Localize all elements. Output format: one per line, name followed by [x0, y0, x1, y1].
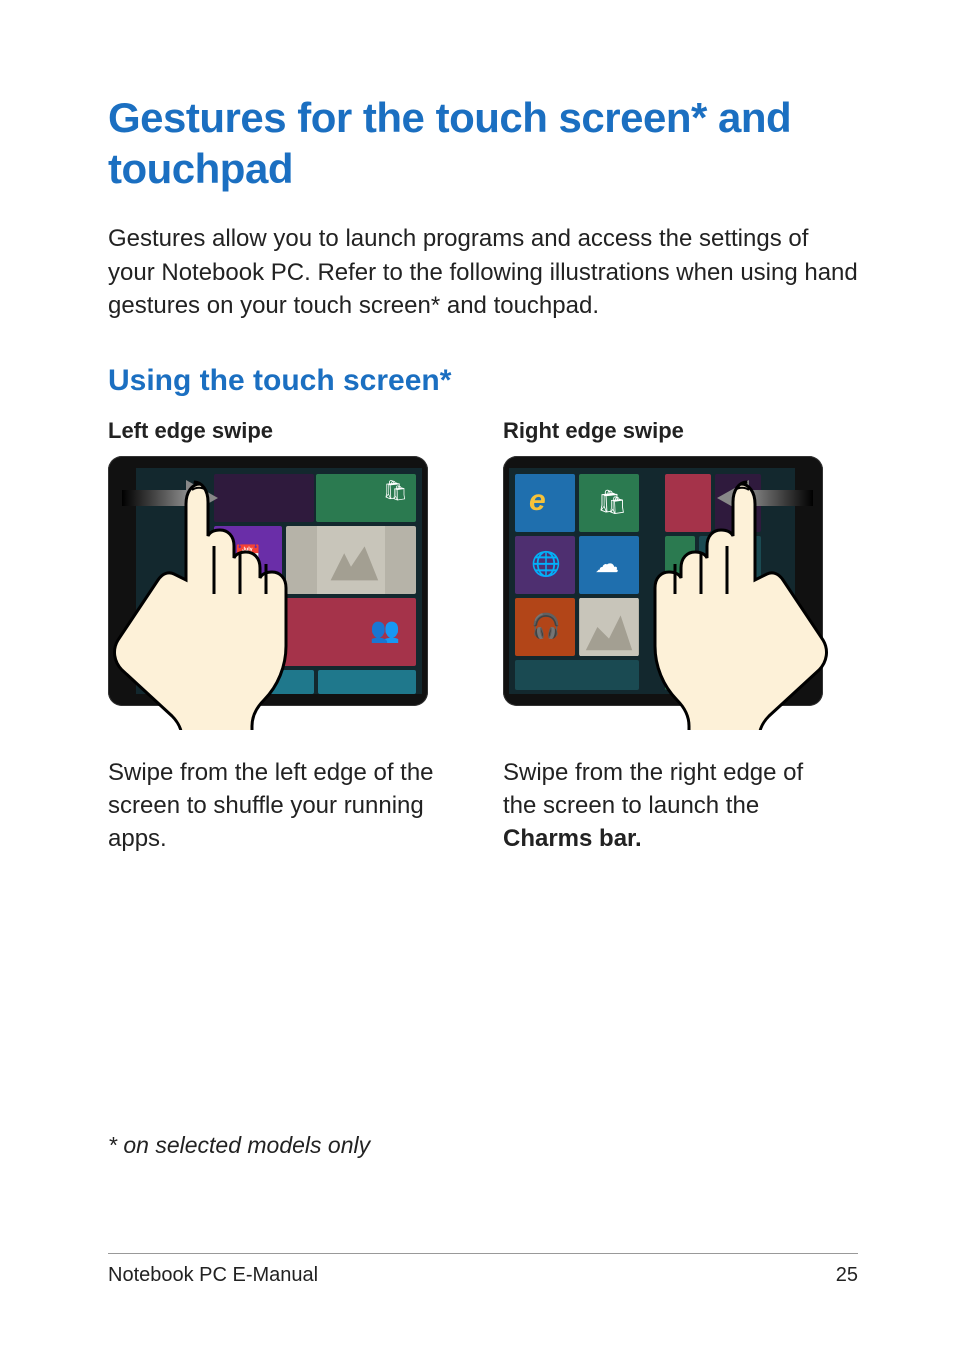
hand-icon: [639, 470, 859, 730]
maps-icon: 🌐: [531, 550, 561, 579]
footer-page-number: 25: [836, 1264, 858, 1287]
cloud-icon: ☁: [595, 550, 619, 579]
page-title: Gestures for the touch screen* and touch…: [108, 92, 858, 194]
left-edge-swipe-illustration: 🛍 📅 👥: [108, 456, 428, 706]
intro-paragraph: Gestures allow you to launch programs an…: [108, 222, 858, 321]
section-heading: Using the touch screen*: [108, 364, 858, 398]
store-icon: 🛍: [383, 478, 408, 503]
store-icon: 🛍: [597, 488, 627, 517]
left-edge-swipe-column: Left edge swipe 🛍 📅: [108, 418, 463, 855]
ie-icon: e: [529, 484, 546, 518]
music-icon: 🎧: [531, 612, 561, 641]
right-desc-bold: Charms bar.: [503, 825, 642, 852]
left-heading: Left edge swipe: [108, 418, 463, 444]
photo-placeholder-icon: [579, 598, 639, 656]
right-edge-swipe-illustration: e 🛍 🌐 ☁ 🎧: [503, 456, 823, 706]
right-desc-text: Swipe from the right edge of the screen …: [503, 759, 803, 819]
footer-doc-title: Notebook PC E-Manual: [108, 1264, 318, 1287]
people-icon: 👥: [370, 616, 400, 645]
right-edge-swipe-column: Right edge swipe e 🛍 🌐: [503, 418, 858, 855]
hand-icon: [82, 470, 302, 730]
footnote: * on selected models only: [108, 1132, 370, 1159]
right-heading: Right edge swipe: [503, 418, 858, 444]
left-description: Swipe from the left edge of the screen t…: [108, 756, 438, 855]
right-description: Swipe from the right edge of the screen …: [503, 756, 833, 855]
photo-placeholder-icon: [286, 526, 416, 594]
